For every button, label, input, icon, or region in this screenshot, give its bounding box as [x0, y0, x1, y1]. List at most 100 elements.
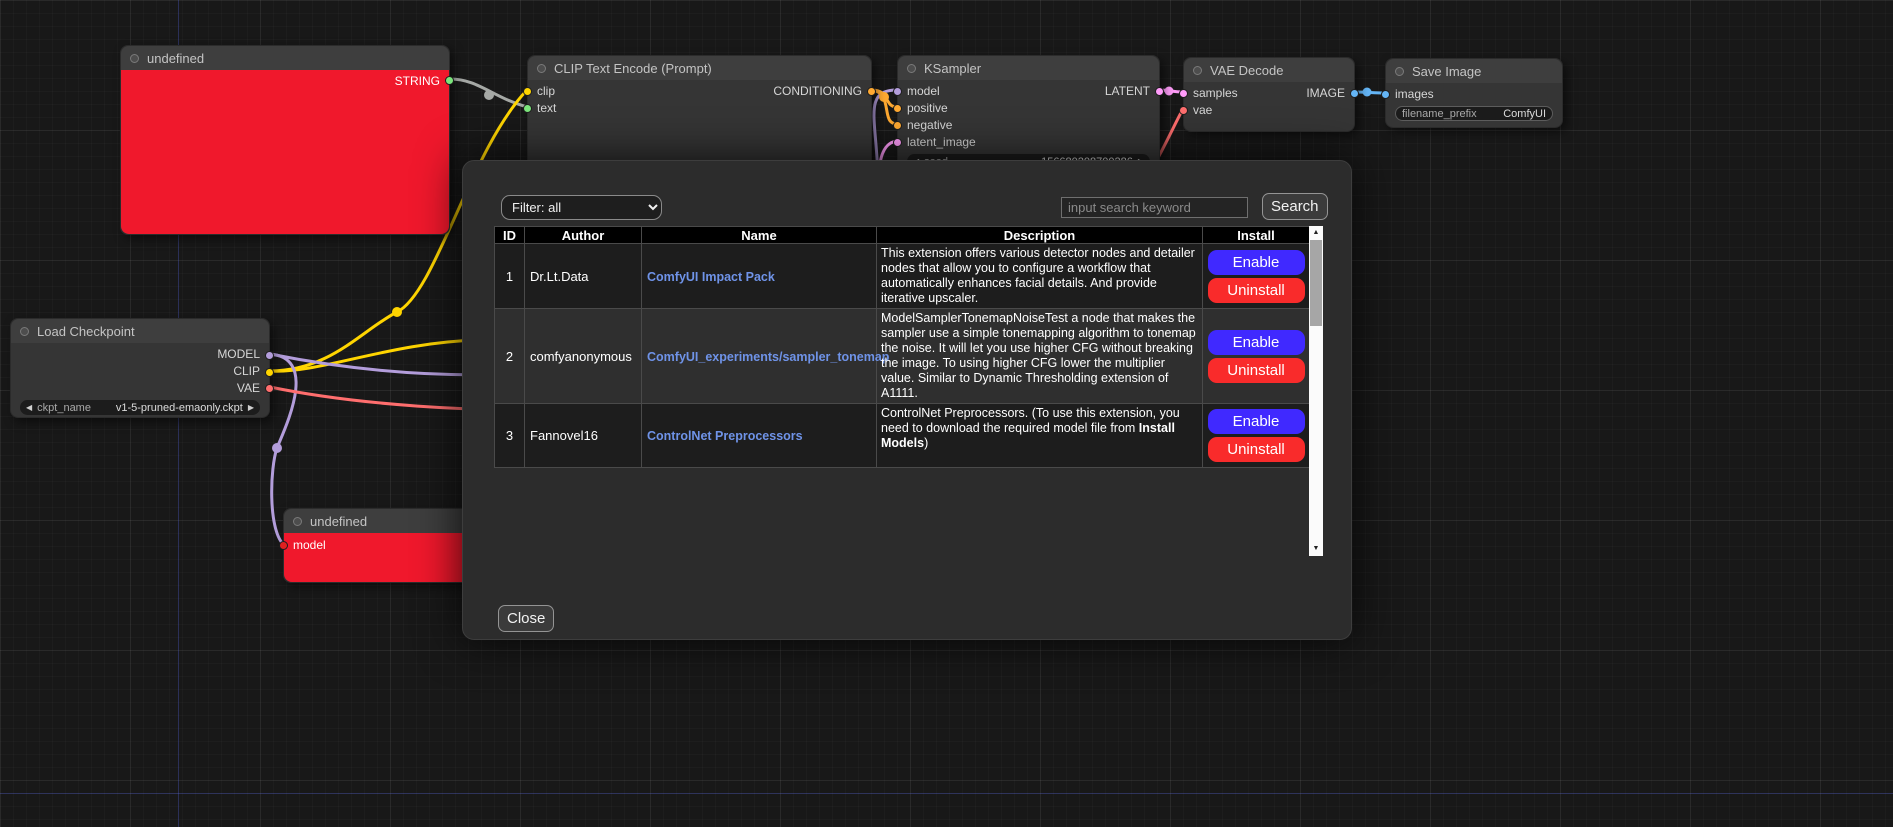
- positive-input-slot[interactable]: [893, 104, 902, 113]
- node-title: undefined: [147, 51, 204, 66]
- images-input-slot[interactable]: [1381, 90, 1390, 99]
- vae-input-slot[interactable]: [1179, 106, 1188, 115]
- output-slot-label: CLIP: [233, 363, 260, 380]
- node-error-body: STRING: [121, 70, 449, 234]
- node-undefined-bottom[interactable]: undefined model: [283, 508, 473, 583]
- extension-author-cell: Dr.Lt.Data: [525, 244, 642, 309]
- extensions-table: ID Author Name Description Install 1Dr.L…: [494, 226, 1323, 556]
- collapse-dot-icon[interactable]: [907, 64, 916, 73]
- column-header-name: Name: [642, 227, 877, 244]
- input-slot-label: text: [537, 100, 556, 117]
- node-title: CLIP Text Encode (Prompt): [554, 61, 712, 76]
- text-input-slot[interactable]: [523, 104, 532, 113]
- collapse-dot-icon[interactable]: [1193, 66, 1202, 75]
- latent-output-slot[interactable]: [1155, 87, 1164, 96]
- close-button[interactable]: Close: [498, 605, 554, 632]
- negative-input-slot[interactable]: [893, 121, 902, 130]
- link-dot: [392, 307, 402, 317]
- collapse-dot-icon[interactable]: [130, 54, 139, 63]
- node-title-bar[interactable]: KSampler: [898, 56, 1159, 80]
- collapse-dot-icon[interactable]: [537, 64, 546, 73]
- extensions-table-body: 1Dr.Lt.DataComfyUI Impact PackThis exten…: [495, 244, 1310, 468]
- extension-name-cell: ComfyUI Impact Pack: [642, 244, 877, 309]
- uninstall-button[interactable]: Uninstall: [1208, 278, 1305, 303]
- output-slot-label: IMAGE: [1306, 85, 1345, 102]
- extension-install-cell: Enable Uninstall: [1203, 309, 1310, 404]
- node-title-bar[interactable]: CLIP Text Encode (Prompt): [528, 56, 871, 80]
- node-title-bar[interactable]: Save Image: [1386, 59, 1562, 83]
- input-slot-label: positive: [907, 100, 948, 117]
- extension-author-cell: comfyanonymous: [525, 309, 642, 404]
- samples-input-slot[interactable]: [1179, 89, 1188, 98]
- collapse-dot-icon[interactable]: [1395, 67, 1404, 76]
- node-title: KSampler: [924, 61, 981, 76]
- input-slot-label: samples: [1193, 85, 1238, 102]
- string-output-slot[interactable]: [445, 76, 454, 85]
- extension-install-cell: Enable Uninstall: [1203, 404, 1310, 468]
- output-slot-label: LATENT: [1105, 83, 1150, 100]
- scroll-down-icon[interactable]: ▼: [1309, 542, 1323, 556]
- uninstall-button[interactable]: Uninstall: [1208, 358, 1305, 383]
- output-slot-label: CONDITIONING: [773, 83, 862, 100]
- latent-image-input-slot[interactable]: [893, 138, 902, 147]
- extension-name-link[interactable]: ComfyUI_experiments/sampler_tonemap: [647, 350, 889, 364]
- node-title-bar[interactable]: VAE Decode: [1184, 58, 1354, 82]
- previous-arrow-icon[interactable]: ◀: [26, 400, 32, 415]
- link-dot: [484, 90, 494, 100]
- widget-value: v1-5-pruned-emaonly.ckpt: [116, 402, 243, 414]
- widget-value: ComfyUI: [1503, 108, 1546, 120]
- table-header-row: ID Author Name Description Install: [495, 227, 1310, 244]
- input-slot-label: model: [907, 83, 940, 100]
- scroll-up-icon[interactable]: ▲: [1309, 226, 1323, 240]
- collapse-dot-icon[interactable]: [20, 327, 29, 336]
- link-dot: [272, 443, 282, 453]
- input-slot-label: model: [293, 537, 326, 553]
- model-input-slot[interactable]: [279, 541, 288, 550]
- extension-description-cell: ControlNet Preprocessors. (To use this e…: [877, 404, 1203, 468]
- custom-nodes-manager-dialog: Filter: all Search ID Author Name Descri…: [462, 160, 1352, 640]
- enable-button[interactable]: Enable: [1208, 250, 1305, 275]
- filename-prefix-widget[interactable]: filename_prefix ComfyUI: [1395, 106, 1553, 121]
- column-header-description: Description: [877, 227, 1203, 244]
- node-undefined-top[interactable]: undefined STRING: [120, 45, 450, 235]
- extension-name-link[interactable]: ComfyUI Impact Pack: [647, 270, 775, 284]
- filter-select[interactable]: Filter: all: [501, 195, 662, 220]
- vae-output-slot[interactable]: [265, 384, 274, 393]
- ckpt-name-widget[interactable]: ◀ ckpt_name v1-5-pruned-emaonly.ckpt ▶: [20, 400, 260, 415]
- image-output-slot[interactable]: [1350, 89, 1359, 98]
- next-arrow-icon[interactable]: ▶: [248, 400, 254, 415]
- enable-button[interactable]: Enable: [1208, 409, 1305, 434]
- collapse-dot-icon[interactable]: [293, 517, 302, 526]
- node-title-bar[interactable]: Load Checkpoint: [11, 319, 269, 343]
- extension-id-cell: 2: [495, 309, 525, 404]
- search-input[interactable]: [1061, 197, 1248, 218]
- search-button[interactable]: Search: [1262, 193, 1328, 220]
- uninstall-button[interactable]: Uninstall: [1208, 437, 1305, 462]
- extension-id-cell: 3: [495, 404, 525, 468]
- scrollbar-thumb[interactable]: [1310, 240, 1322, 326]
- table-scrollbar[interactable]: ▲ ▼: [1309, 226, 1323, 556]
- node-title-bar[interactable]: undefined: [121, 46, 449, 70]
- output-slot-label: MODEL: [217, 346, 260, 363]
- input-slot-label: images: [1395, 86, 1434, 103]
- conditioning-output-slot[interactable]: [867, 87, 876, 96]
- table-row: 1Dr.Lt.DataComfyUI Impact PackThis exten…: [495, 244, 1310, 309]
- node-save-image[interactable]: Save Image images filename_prefix ComfyU…: [1385, 58, 1563, 128]
- output-slot-label: STRING: [395, 73, 440, 90]
- model-input-slot[interactable]: [893, 87, 902, 96]
- input-slot-label: vae: [1193, 102, 1212, 119]
- input-slot-label: latent_image: [907, 134, 976, 151]
- node-title-bar[interactable]: undefined: [284, 509, 472, 533]
- node-load-checkpoint[interactable]: Load Checkpoint MODEL CLIP VAE ◀ ckpt_na…: [10, 318, 270, 418]
- node-ksampler[interactable]: KSampler model LATENT positive negative …: [897, 55, 1160, 170]
- enable-button[interactable]: Enable: [1208, 330, 1305, 355]
- model-output-slot[interactable]: [265, 351, 274, 360]
- table-row: 3Fannovel16ControlNet PreprocessorsContr…: [495, 404, 1310, 468]
- extension-name-link[interactable]: ControlNet Preprocessors: [647, 429, 803, 443]
- node-vae-decode[interactable]: VAE Decode samples IMAGE vae: [1183, 57, 1355, 132]
- output-slot-label: VAE: [237, 380, 260, 397]
- clip-output-slot[interactable]: [265, 368, 274, 377]
- node-title: undefined: [310, 514, 367, 529]
- clip-input-slot[interactable]: [523, 87, 532, 96]
- table-row: 2comfyanonymous ComfyUI_experiments/sampl…: [495, 309, 1310, 404]
